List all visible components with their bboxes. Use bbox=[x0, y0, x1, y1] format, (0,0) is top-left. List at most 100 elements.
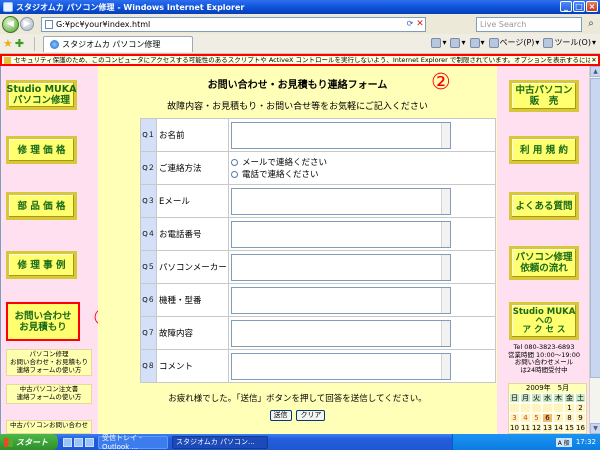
model-field[interactable] bbox=[231, 286, 451, 314]
email-field[interactable] bbox=[231, 187, 451, 215]
question-label: お電話番号 bbox=[156, 217, 229, 251]
window-title-bar[interactable]: スタジオムカ パソコン修理 - Windows Internet Explore… bbox=[0, 0, 600, 14]
scroll-up-arrow[interactable]: ▲ bbox=[590, 66, 600, 77]
search-icon[interactable]: ⌕ bbox=[584, 17, 598, 31]
nav-parts-price[interactable]: 部 品 価 格 bbox=[6, 192, 77, 220]
clear-button[interactable]: クリア bbox=[296, 410, 326, 421]
add-favorite-icon[interactable]: ✚ bbox=[15, 37, 24, 50]
calendar-title: 2009年 5月 bbox=[525, 384, 570, 392]
name-field[interactable] bbox=[231, 121, 451, 149]
nav-access[interactable]: Studio MUKA への ア ク セ ス bbox=[509, 302, 579, 340]
calendar-cell: 12 bbox=[531, 423, 542, 433]
nav-inquiry-estimate[interactable]: お問い合わせ お見積もり bbox=[6, 302, 80, 341]
nav-faq[interactable]: よくある質問 bbox=[509, 192, 579, 220]
stop-icon[interactable]: ✕ bbox=[415, 19, 425, 30]
contact-phone-option[interactable]: 電話で連絡ください bbox=[231, 168, 493, 180]
contact-email-option[interactable]: メールで連絡ください bbox=[231, 156, 493, 168]
vertical-scrollbar[interactable]: ▲ ▼ bbox=[589, 66, 600, 434]
refresh-icon[interactable]: ⟳ bbox=[405, 19, 415, 30]
close-icon[interactable]: ✕ bbox=[590, 56, 598, 64]
form-row: Q２ ご連絡方法 メールで連絡ください 電話で連絡ください bbox=[140, 151, 496, 185]
taskbar-task-outlook[interactable]: 受信トレイ - Outlook ... bbox=[98, 434, 168, 450]
quicklaunch-icon[interactable] bbox=[85, 437, 94, 447]
calendar-cell: 2 bbox=[575, 403, 586, 413]
calendar-cell: 6 bbox=[542, 413, 553, 423]
system-tray: A 般 17:32 bbox=[452, 434, 600, 450]
main-content: お問い合わせ・お見積もり連絡フォーム 故障内容・お見積もり・お問い合せ等をお気軽… bbox=[98, 66, 497, 434]
nav-repair-price[interactable]: 修 理 価 格 bbox=[6, 136, 77, 164]
calendar-cell bbox=[520, 403, 531, 413]
nav-label: よくある質問 bbox=[515, 200, 573, 212]
form-row: Q７ 故障内容 bbox=[140, 316, 496, 350]
tab-ie-icon bbox=[50, 39, 60, 49]
home-icon[interactable]: ▾ bbox=[431, 37, 446, 48]
question-number: Q７ bbox=[140, 316, 157, 350]
calendar-cell: 14 bbox=[553, 423, 564, 433]
question-number: Q４ bbox=[140, 217, 157, 251]
window-title: スタジオムカ パソコン修理 - Windows Internet Explore… bbox=[16, 2, 245, 12]
comment-field[interactable] bbox=[231, 352, 451, 380]
minimize-button[interactable]: _ bbox=[560, 1, 572, 12]
address-toolbar: ◀ ▶ G:¥pc¥your¥index.html ⟳ ✕ Live Searc… bbox=[0, 14, 600, 34]
print-icon[interactable]: ▾ bbox=[469, 37, 485, 48]
info-bar-text: セキュリティ保護のため、このコンピュータにアクセスする可能性のあるスクリプトや … bbox=[14, 56, 590, 64]
left-link-repair-form-guide[interactable]: パソコン修理 お問い合わせ・お見積もり 連絡フォームの使い方 bbox=[6, 349, 92, 376]
scroll-thumb[interactable] bbox=[590, 78, 600, 378]
calendar-cell: 13 bbox=[542, 423, 553, 433]
left-link-used-pc-inquiry[interactable]: 中古パソコンお問い合わせ bbox=[6, 420, 92, 434]
calendar-day-header: 日 bbox=[509, 393, 520, 403]
forward-button[interactable]: ▶ bbox=[20, 17, 34, 31]
calendar-cell: 7 bbox=[553, 413, 564, 423]
address-bar[interactable]: G:¥pc¥your¥index.html ⟳ ✕ bbox=[41, 16, 426, 32]
scroll-down-arrow[interactable]: ▼ bbox=[590, 423, 600, 434]
quicklaunch-icon[interactable] bbox=[63, 437, 72, 447]
start-button[interactable]: スタート bbox=[0, 434, 58, 450]
left-sidebar: Studio MUKA パソコン修理 修 理 価 格 部 品 価 格 修 理 事… bbox=[1, 66, 98, 434]
calendar-day-header: 火 bbox=[531, 393, 542, 403]
nav-terms-of-use[interactable]: 利 用 規 約 bbox=[509, 136, 579, 164]
fault-details-field[interactable] bbox=[231, 319, 451, 347]
taskbar-task-ie[interactable]: スタジオムカ パソコン... bbox=[172, 435, 268, 449]
calendar-day-header: 木 bbox=[553, 393, 564, 403]
page-menu[interactable]: ページ(P) ▾ bbox=[488, 37, 539, 48]
calendar-cell: 10 bbox=[509, 423, 520, 433]
browser-tab[interactable]: スタジオムカ パソコン修理 bbox=[43, 35, 194, 52]
security-info-bar[interactable]: セキュリティ保護のため、このコンピュータにアクセスする可能性のあるスクリプトや … bbox=[0, 54, 600, 66]
taskbar: スタート 受信トレイ - Outlook ... スタジオムカ パソコン... … bbox=[0, 434, 600, 450]
radio-button[interactable] bbox=[231, 158, 238, 166]
back-button[interactable]: ◀ bbox=[2, 15, 19, 33]
left-link-used-pc-form-guide[interactable]: 中古パソコン注文書 連絡フォームの使い方 bbox=[6, 384, 92, 404]
feeds-icon[interactable]: ▾ bbox=[450, 37, 466, 48]
nav-label: 中古パソコン 販 売 bbox=[515, 85, 573, 107]
page-icon bbox=[45, 19, 53, 29]
favorites-star-icon[interactable]: ★ bbox=[3, 37, 13, 50]
nav-repair-cases[interactable]: 修 理 事 例 bbox=[6, 251, 77, 279]
question-label: 故障内容 bbox=[156, 316, 229, 350]
toolbar-divider bbox=[34, 36, 36, 51]
submit-button[interactable]: 送信 bbox=[269, 410, 292, 421]
start-label: スタート bbox=[16, 437, 48, 447]
tools-menu-label: ツール(O) bbox=[554, 38, 591, 47]
question-label: ご連絡方法 bbox=[156, 151, 229, 185]
form-subtitle: 故障内容・お見積もり・お問い合せ等をお気軽にご記入ください bbox=[167, 102, 428, 112]
quicklaunch-icon[interactable] bbox=[74, 437, 83, 447]
shield-icon bbox=[4, 56, 11, 64]
calendar-cell: 8 bbox=[564, 413, 575, 423]
pc-maker-field[interactable] bbox=[231, 253, 451, 281]
radio-button[interactable] bbox=[231, 170, 238, 178]
calendar-cell bbox=[542, 403, 553, 413]
calendar-day-header: 土 bbox=[575, 393, 586, 403]
calendar-cell: 5 bbox=[531, 413, 542, 423]
maximize-button[interactable]: □ bbox=[573, 1, 585, 12]
calendar-cell: 11 bbox=[520, 423, 531, 433]
phone-field[interactable] bbox=[231, 220, 451, 248]
calendar-day-header: 水 bbox=[542, 393, 553, 403]
tools-menu[interactable]: ツール(O) ▾ bbox=[543, 37, 596, 48]
nav-repair-flow[interactable]: パソコン修理 依頼の流れ bbox=[509, 246, 579, 280]
question-number: Q１ bbox=[140, 118, 157, 152]
close-window-button[interactable]: × bbox=[586, 1, 598, 12]
nav-studio-muka[interactable]: Studio MUKA パソコン修理 bbox=[6, 80, 77, 110]
nav-used-pc-sales[interactable]: 中古パソコン 販 売 bbox=[509, 80, 579, 112]
search-input[interactable]: Live Search bbox=[476, 17, 582, 32]
ime-indicator[interactable]: A 般 bbox=[555, 437, 572, 447]
